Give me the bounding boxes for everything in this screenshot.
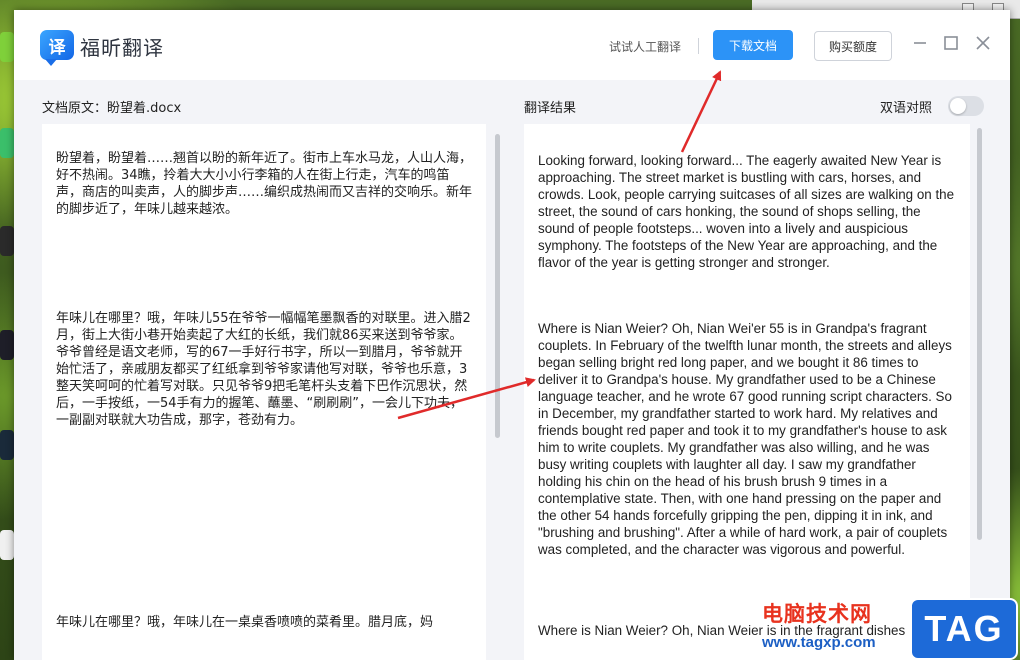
translation-text-panel[interactable]: Looking forward, looking forward... The … [524,124,970,660]
translation-result-label: 翻译结果 [524,101,577,116]
watermark-url: www.tagxp.com [762,634,876,651]
watermark-site-name: 电脑技术网 [762,602,872,626]
source-paragraph: 年味儿在哪里？哦，年味儿55在爷爷一幅幅笔墨飘香的对联里。进入腊2月，街上大街小… [56,311,471,428]
download-document-button[interactable]: 下载文档 [713,30,793,60]
translation-paragraph: Where is Nian Weier? Oh, Nian Wei'er 55 … [538,321,952,557]
source-scrollbar[interactable] [495,134,500,438]
site-watermark: 电脑技术网 www.tagxp.com TAG [760,598,1020,660]
translation-scrollbar[interactable] [977,128,982,540]
source-paragraph: 年味儿在哪里？哦，年味儿在一桌桌香喷喷的菜肴里。腊月底，妈 [56,615,434,630]
bilingual-toggle[interactable] [948,96,984,116]
translator-window: 译 福昕翻译 试试人工翻译 下载文档 购买额度 文档原文：盼望着.docx 翻译… [14,10,1010,660]
desktop-icon[interactable] [0,32,14,62]
minimize-icon[interactable] [909,32,931,54]
bilingual-toggle-label: 双语对照 [880,101,933,116]
human-translation-link[interactable]: 试试人工翻译 [609,38,681,55]
buy-quota-button[interactable]: 购买额度 [814,31,892,61]
desktop-icon[interactable] [0,330,14,360]
watermark-tag-logo: TAG [910,598,1018,660]
close-icon[interactable] [972,32,994,54]
title-bar: 译 福昕翻译 试试人工翻译 下载文档 购买额度 [14,10,1010,80]
desktop-icon[interactable] [0,128,14,158]
translation-paragraph: Looking forward, looking forward... The … [538,153,955,270]
maximize-icon[interactable] [940,32,962,54]
desktop-icon[interactable] [0,226,14,256]
toggle-knob [950,98,966,114]
toolbar-divider [698,38,699,54]
desktop-icon[interactable] [0,430,14,460]
source-text-panel[interactable]: 盼望着，盼望着……翘首以盼的新年近了。街市上车水马龙，人山人海，好不热闹。34瞧… [42,124,486,660]
app-logo-icon: 译 [40,30,74,66]
desktop-icon[interactable] [0,530,14,560]
source-document-label: 文档原文：盼望着.docx [42,101,182,116]
app-title: 福昕翻译 [80,36,164,60]
source-paragraph: 盼望着，盼望着……翘首以盼的新年近了。街市上车水马龙，人山人海，好不热闹。34瞧… [56,151,473,217]
